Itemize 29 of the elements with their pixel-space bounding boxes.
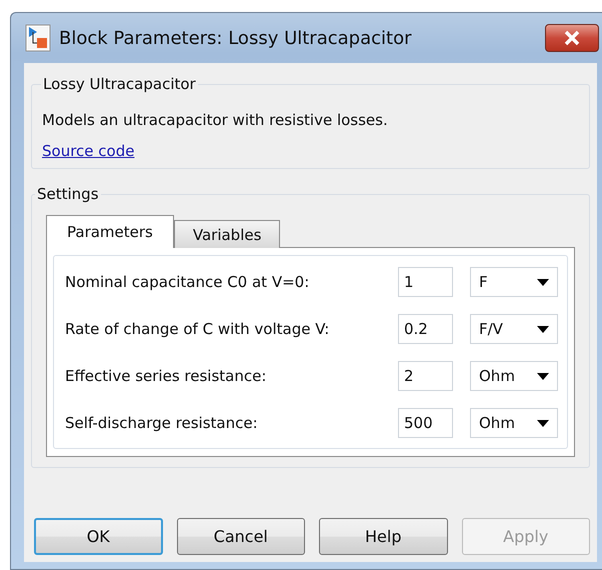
caret-icon [537, 372, 549, 380]
value-field[interactable]: 500 [398, 408, 453, 438]
parameter-label: Nominal capacitance C0 at V=0: [65, 273, 310, 291]
window-title: Block Parameters: Lossy Ultracapacitor [59, 28, 412, 48]
group-title: Settings [36, 185, 100, 203]
parameter-label: Effective series resistance: [65, 367, 268, 385]
value-field[interactable]: 2 [398, 361, 453, 391]
value-field[interactable]: 0.2 [398, 314, 453, 344]
source-code-link[interactable]: Source code [42, 142, 134, 160]
dialog-button[interactable]: Help [319, 518, 448, 555]
unit-dropdown[interactable]: F [470, 267, 558, 297]
parameter-label: Self-discharge resistance: [65, 414, 259, 432]
unit-dropdown[interactable]: Ohm [470, 361, 558, 391]
dialog-button[interactable]: OK [34, 518, 163, 555]
caret-icon [537, 326, 549, 332]
value-field[interactable]: 1 [398, 267, 453, 297]
unit-dropdown[interactable]: F/V [470, 314, 558, 344]
caret-icon [537, 420, 549, 426]
group-title: Lossy Ultracapacitor [42, 75, 197, 93]
tab[interactable]: Variables [174, 220, 280, 248]
unit-dropdown[interactable]: Ohm [470, 408, 558, 438]
dialog-button[interactable]: Cancel [176, 518, 306, 555]
block-icon [25, 24, 51, 52]
parameter-label: Rate of change of C with voltage V: [65, 320, 330, 338]
caret-icon [537, 278, 549, 286]
tab[interactable]: Parameters [46, 215, 174, 248]
close-button[interactable] [545, 24, 599, 52]
block-description: Models an ultracapacitor with resistive losses. [42, 111, 389, 129]
close-icon [563, 30, 581, 46]
